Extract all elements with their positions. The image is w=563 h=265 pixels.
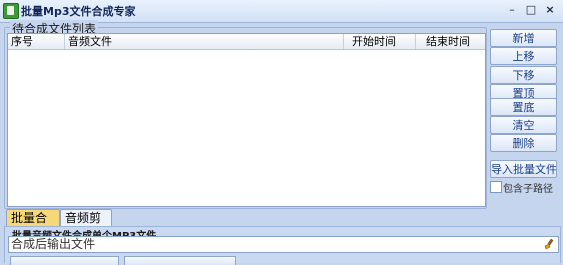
file-list[interactable]: 序号 音频文件 开始时间 结束时间 bbox=[7, 33, 486, 207]
move-down-button[interactable]: 下移 bbox=[490, 66, 557, 84]
bottom-action-button-right[interactable] bbox=[124, 256, 236, 265]
output-file-label: 合成后输出文件 bbox=[11, 237, 96, 251]
clear-button[interactable]: 清空 bbox=[490, 116, 557, 134]
move-bottom-button[interactable]: 置底 bbox=[490, 98, 557, 116]
brush-icon[interactable] bbox=[543, 238, 555, 250]
column-header-start-time[interactable]: 开始时间 bbox=[344, 34, 416, 49]
minimize-button[interactable]: – bbox=[503, 2, 521, 18]
app-logo-icon bbox=[3, 3, 19, 19]
column-header-audio-file[interactable]: 音频文件 bbox=[65, 34, 344, 49]
window-title: 批量Mp3文件合成专家 bbox=[21, 5, 136, 18]
maximize-button[interactable]: □ bbox=[522, 2, 540, 18]
move-up-button[interactable]: 上移 bbox=[490, 47, 557, 65]
column-header-index[interactable]: 序号 bbox=[8, 34, 65, 49]
close-button[interactable]: × bbox=[541, 2, 559, 18]
column-header-end-time[interactable]: 结束时间 bbox=[416, 34, 485, 49]
import-batch-button[interactable]: 导入批量文件 bbox=[490, 160, 557, 178]
include-subfolders-label: 包含子路径 bbox=[503, 184, 553, 195]
file-list-header: 序号 音频文件 开始时间 结束时间 bbox=[8, 34, 485, 50]
tab-audio-cut[interactable]: 音频剪切 bbox=[60, 209, 112, 242]
bottom-action-button-left[interactable] bbox=[10, 256, 119, 265]
add-button[interactable]: 新增 bbox=[490, 29, 557, 47]
include-subfolders-checkbox[interactable] bbox=[490, 181, 502, 193]
tab-batch-merge[interactable]: 批量合成 bbox=[6, 209, 60, 242]
delete-button[interactable]: 删除 bbox=[490, 134, 557, 152]
